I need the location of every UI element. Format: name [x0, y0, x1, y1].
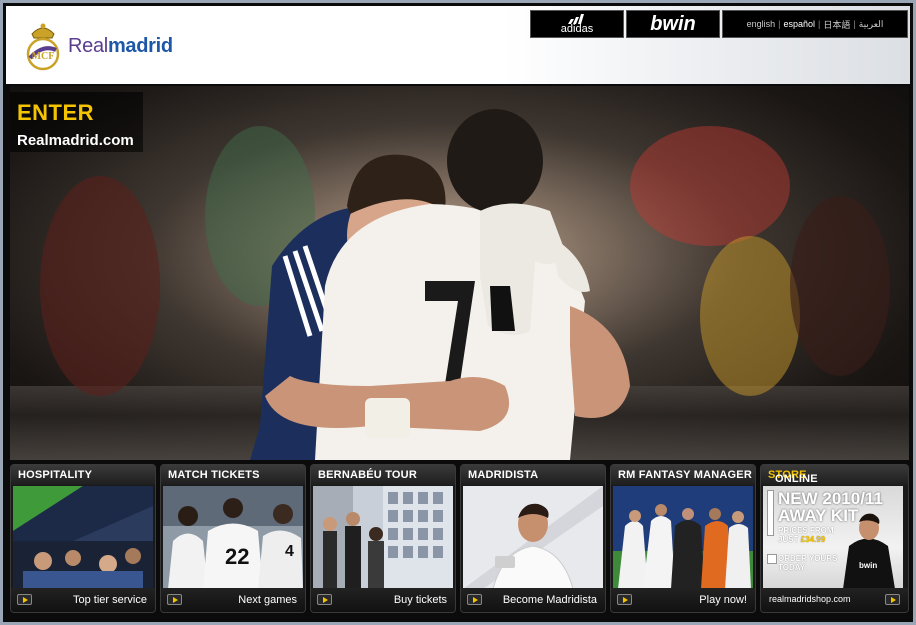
tile-title: HOSPITALITY	[18, 469, 93, 481]
store-price: PRICES FROM JUST £34.99	[778, 526, 834, 544]
bwin-sponsor-link[interactable]: bwin	[626, 10, 720, 38]
real-madrid-logo[interactable]: MCF Realmadrid	[24, 20, 173, 72]
tile-footer-label: Next games	[238, 594, 297, 606]
tile-match-tickets[interactable]: MATCH TICKETS 22 4 Next games	[160, 464, 306, 613]
tile-footer-label: Play now!	[699, 594, 747, 606]
tile-footer: Next games	[161, 588, 305, 612]
tile-header: HOSPITALITY	[11, 465, 155, 485]
store-just: JUST	[778, 535, 801, 544]
page-frame: MCF Realmadrid adidas bwin english | espa…	[0, 0, 916, 625]
tile-footer: Play now!	[611, 588, 755, 612]
tile-hospitality[interactable]: HOSPITALITY Top tier service	[10, 464, 156, 613]
play-icon	[17, 594, 32, 605]
tile-header: ONLINE STORE	[761, 465, 908, 485]
brand-real: Real	[68, 34, 108, 57]
tile-header: MATCH TICKETS	[161, 465, 305, 485]
tile-title: ONLINE STORE	[768, 469, 818, 485]
store-order-line2: TODAY	[778, 563, 806, 572]
crest-icon: MCF	[26, 23, 60, 71]
store-bullet	[767, 554, 777, 564]
language-selector: english | español | 日本語 | العربية	[722, 10, 908, 38]
match-tickets-image: 22 4	[163, 486, 303, 589]
tile-madridista[interactable]: MADRIDISTA Become Madridista	[460, 464, 606, 613]
lang-separator: |	[853, 19, 856, 29]
hero-photo-players-embrace: 7	[40, 109, 890, 460]
tile-footer-label: Become Madridista	[502, 594, 597, 606]
play-icon	[317, 594, 332, 605]
tile-footer: realmadridshop.com	[761, 588, 908, 612]
store-url: realmadridshop.com	[769, 594, 851, 604]
tile-title: MADRIDISTA	[468, 469, 539, 481]
hero-banner[interactable]: 7 ENTER Realmadrid.com	[10, 86, 909, 460]
promo-tiles: HOSPITALITY Top tier service MATCH TICKE…	[10, 464, 909, 613]
tile-title: RM FANTASY MANAGER	[618, 469, 752, 481]
shirt-number-4: 4	[285, 543, 294, 560]
brand-madrid: madrid	[107, 34, 173, 57]
tile-footer-label: Buy tickets	[393, 594, 447, 606]
tile-title: MATCH TICKETS	[168, 469, 260, 481]
play-icon	[467, 594, 482, 605]
brand-wordmark: Realmadrid	[68, 35, 173, 58]
lang-separator: |	[778, 19, 781, 29]
store-kit-line1: NEW 2010/11	[778, 489, 883, 508]
store-title-white: ONLINE	[775, 473, 818, 485]
enter-label: ENTER	[17, 100, 95, 125]
store-order-link[interactable]: ORDER YOURS TODAY	[778, 554, 837, 572]
lang-separator: |	[818, 19, 821, 29]
store-price-value: £34.99	[800, 535, 826, 544]
play-icon	[167, 594, 182, 605]
tile-footer-label: Top tier service	[73, 594, 147, 606]
tile-fantasy-manager[interactable]: RM FANTASY MANAGER Play now!	[610, 464, 756, 613]
tile-header: MADRIDISTA	[461, 465, 605, 485]
shirt-number-22: 22	[225, 544, 249, 569]
svg-text:MCF: MCF	[32, 51, 55, 62]
store-bullet	[767, 490, 774, 536]
store-kit-headline: NEW 2010/11 AWAY KIT	[778, 490, 883, 524]
tile-bernabeu-tour[interactable]: BERNABÉU TOUR Buy tickets	[310, 464, 456, 613]
sponsor-bar: adidas bwin english | español | 日本語 | العرب…	[530, 10, 908, 38]
adidas-label: adidas	[560, 23, 594, 35]
tile-online-store[interactable]: ONLINE STORE bwin NEW 2010/11 AWAY KIT PR…	[760, 464, 909, 613]
store-shirt-sponsor: bwin	[859, 561, 877, 570]
tile-header: RM FANTASY MANAGER	[611, 465, 755, 485]
tile-title: BERNABÉU TOUR	[318, 469, 417, 481]
tile-header: BERNABÉU TOUR	[311, 465, 455, 485]
hospitality-image	[13, 486, 153, 589]
lang-arabic[interactable]: العربية	[859, 19, 884, 30]
play-icon	[617, 594, 632, 605]
madridista-image	[463, 486, 603, 589]
store-promo: bwin NEW 2010/11 AWAY KIT PRICES FROM JUST…	[763, 486, 903, 589]
store-order-line1: ORDER YOURS	[778, 554, 838, 563]
tile-footer: Become Madridista	[461, 588, 605, 612]
store-prices-from: PRICES FROM	[778, 526, 834, 535]
bernabeu-tour-image	[313, 486, 453, 589]
play-icon	[885, 594, 900, 605]
site-name: Realmadrid.com	[17, 132, 134, 149]
bwin-label: bwin	[650, 12, 696, 35]
tile-footer: Top tier service	[11, 588, 155, 612]
enter-site-link[interactable]: ENTER Realmadrid.com	[10, 92, 143, 152]
store-kit-line2: AWAY KIT	[778, 506, 859, 525]
header: MCF Realmadrid adidas bwin english | espa…	[6, 6, 910, 84]
shirt-number: 7	[450, 341, 455, 350]
tile-footer: Buy tickets	[311, 588, 455, 612]
lang-spanish[interactable]: español	[784, 19, 816, 29]
lang-english[interactable]: english	[747, 19, 776, 29]
adidas-sponsor-link[interactable]: adidas	[530, 10, 624, 38]
fantasy-manager-image	[613, 486, 753, 589]
lang-japanese[interactable]: 日本語	[823, 18, 850, 31]
